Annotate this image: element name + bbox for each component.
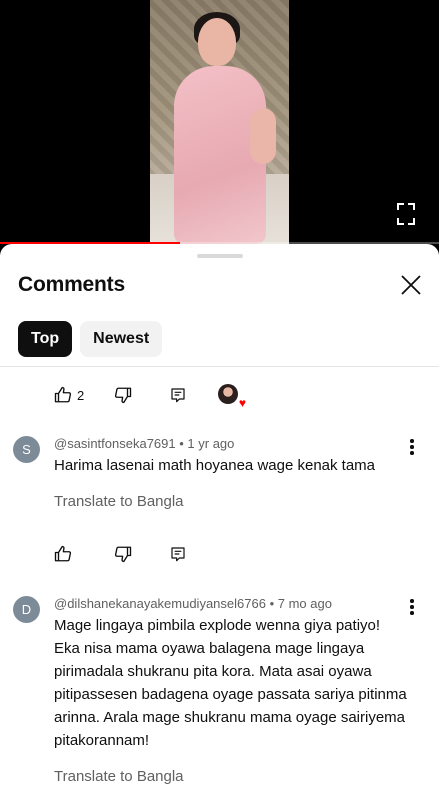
dislike-button[interactable] xyxy=(114,386,170,404)
avatar[interactable]: S xyxy=(13,436,40,463)
divider xyxy=(0,366,439,367)
heart-icon: ♥ xyxy=(238,396,246,410)
meta-separator: • xyxy=(269,596,278,611)
sort-chips: Top Newest xyxy=(18,321,163,357)
comment-meta: @sasintfonseka7691 • 1 yr ago xyxy=(54,436,234,451)
comment-text: Mage lingaya pimbila explode wenna giya … xyxy=(54,617,407,749)
avatar[interactable]: D xyxy=(13,596,40,623)
chip-newest[interactable]: Newest xyxy=(80,321,163,357)
close-icon[interactable] xyxy=(399,273,423,297)
reply-button[interactable] xyxy=(170,546,218,562)
sheet-title: Comments xyxy=(18,273,125,296)
thumbs-up-icon xyxy=(54,545,72,562)
drag-handle[interactable] xyxy=(197,254,243,258)
comment-text: Harima lasenai math hoyanea wage kenak t… xyxy=(54,457,376,474)
video-frame xyxy=(150,0,289,244)
thumbs-up-icon xyxy=(54,386,72,403)
like-button[interactable] xyxy=(54,545,114,563)
dislike-button[interactable] xyxy=(114,545,170,563)
video-person-arm xyxy=(250,108,276,164)
video-player[interactable] xyxy=(0,0,439,244)
comment-actions: 2 ♥ xyxy=(54,383,246,409)
reply-button[interactable] xyxy=(170,387,218,403)
reply-icon xyxy=(171,388,185,403)
comment-actions xyxy=(54,542,218,566)
thumbs-down-icon xyxy=(114,387,132,404)
comment-time: 1 yr ago xyxy=(187,436,235,451)
like-button[interactable]: 2 xyxy=(54,386,114,404)
thumbs-down-icon xyxy=(114,546,132,563)
translate-link[interactable]: Translate to Bangla xyxy=(54,493,184,510)
comments-sheet: Comments Top Newest 2 ♥ S @sasintfonseka… xyxy=(0,244,439,800)
chip-top[interactable]: Top xyxy=(18,321,73,357)
creator-avatar xyxy=(218,384,238,404)
video-person-face xyxy=(198,18,236,66)
fullscreen-icon[interactable] xyxy=(397,203,415,225)
comment-author[interactable]: @dilshanekanayakemudiyansel6766 xyxy=(54,596,266,611)
like-count: 2 xyxy=(77,387,85,403)
comment-meta: @dilshanekanayakemudiyansel6766 • 7 mo a… xyxy=(54,596,332,611)
translate-link[interactable]: Translate to Bangla xyxy=(54,768,184,785)
reply-icon xyxy=(171,547,185,562)
comment-time: 7 mo ago xyxy=(277,596,332,611)
comment-author[interactable]: @sasintfonseka7691 xyxy=(54,436,176,451)
creator-heart-badge: ♥ xyxy=(218,384,246,409)
